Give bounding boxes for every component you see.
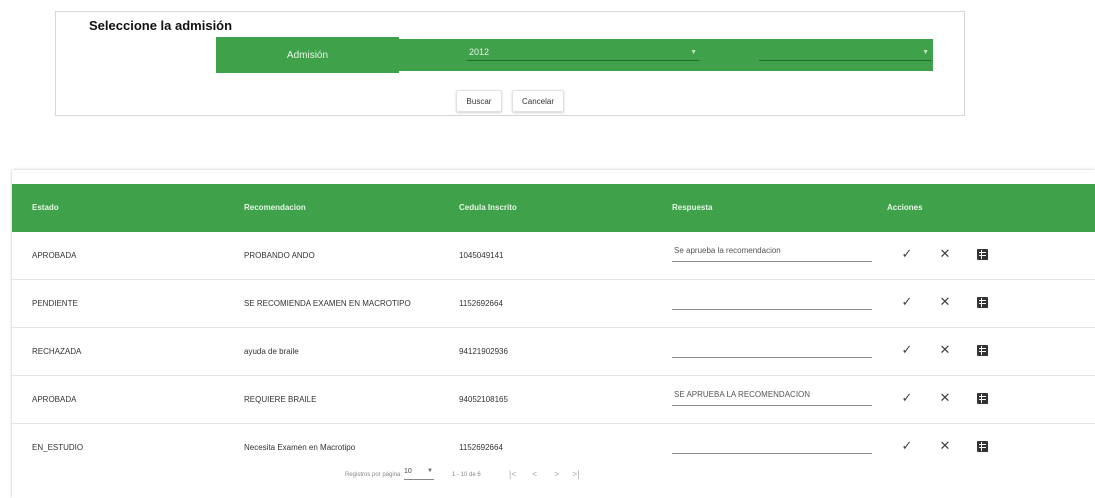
admission-select-value: 2012 — [469, 47, 490, 57]
secondary-select[interactable]: ▼ — [759, 47, 931, 61]
cell-cedula: 1045049141 — [459, 251, 504, 260]
admission-select-bar: 2012 ▼ ▼ — [399, 39, 933, 71]
table-row: APROBADA PROBANDO ANDO 1045049141 Se apr… — [12, 232, 1095, 280]
detail-icon[interactable] — [974, 438, 990, 454]
next-page-icon[interactable]: > — [554, 469, 559, 479]
reject-close-icon[interactable]: ✕ — [937, 390, 953, 406]
admission-filter-card: Seleccione la admisión Admisión 2012 ▼ ▼… — [55, 11, 965, 116]
detail-icon[interactable] — [974, 246, 990, 262]
header-acciones: Acciones — [887, 203, 923, 212]
last-page-icon[interactable]: >| — [572, 469, 580, 479]
first-page-icon[interactable]: |< — [509, 469, 517, 479]
cell-estado: APROBADA — [32, 395, 77, 404]
dropdown-arrow-icon: ▼ — [690, 49, 697, 56]
recommendations-table: Estado Recomendacion Cedula Inscrito Res… — [12, 170, 1095, 498]
dropdown-arrow-icon: ▼ — [427, 468, 433, 474]
cell-cedula: 94121902936 — [459, 347, 508, 356]
table-header: Estado Recomendacion Cedula Inscrito Res… — [12, 184, 1095, 232]
approve-check-icon[interactable]: ✓ — [899, 438, 915, 454]
dropdown-arrow-icon: ▼ — [922, 49, 929, 56]
filter-title: Seleccione la admisión — [89, 18, 233, 33]
table-row: PENDIENTE SE RECOMIENDA EXAMEN EN MACROT… — [12, 280, 1095, 328]
cell-recomendacion: PROBANDO ANDO — [244, 251, 315, 260]
cell-estado: EN_ESTUDIO — [32, 443, 84, 452]
cell-recomendacion: Necesita Examen en Macrotipo — [244, 443, 356, 452]
response-input[interactable]: Se aprueba la recomendacion — [672, 246, 872, 262]
response-input[interactable] — [672, 342, 872, 358]
cancel-button[interactable]: Cancelar — [512, 90, 564, 112]
header-cedula: Cedula Inscrito — [459, 203, 517, 212]
cell-estado: APROBADA — [32, 251, 77, 260]
approve-check-icon[interactable]: ✓ — [899, 294, 915, 310]
header-estado: Estado — [32, 203, 59, 212]
cell-estado: RECHAZADA — [32, 347, 82, 356]
rows-per-page-label: Registros por página: — [345, 472, 403, 478]
cell-recomendacion: SE RECOMIENDA EXAMEN EN MACROTIPO — [244, 299, 411, 308]
table-row: APROBADA REQUIERE BRAILE 94052108165 SE … — [12, 376, 1095, 424]
rows-per-page-select[interactable]: 10 ▼ — [404, 468, 434, 480]
response-input[interactable] — [672, 438, 872, 454]
header-recomendacion: Recomendacion — [244, 203, 306, 212]
reject-close-icon[interactable]: ✕ — [937, 294, 953, 310]
reject-close-icon[interactable]: ✕ — [937, 342, 953, 358]
cell-recomendacion: ayuda de braile — [244, 347, 299, 356]
cell-cedula: 1152692664 — [459, 299, 503, 308]
previous-page-icon[interactable]: < — [532, 469, 537, 479]
search-button[interactable]: Buscar — [456, 90, 502, 112]
admission-select[interactable]: 2012 ▼ — [467, 47, 699, 61]
cell-cedula: 94052108165 — [459, 395, 508, 404]
reject-close-icon[interactable]: ✕ — [937, 438, 953, 454]
cell-estado: PENDIENTE — [32, 299, 78, 308]
response-input[interactable] — [672, 294, 872, 310]
admission-label: Admisión — [216, 37, 399, 73]
rows-per-page-value: 10 — [404, 468, 412, 475]
approve-check-icon[interactable]: ✓ — [899, 246, 915, 262]
reject-close-icon[interactable]: ✕ — [937, 246, 953, 262]
approve-check-icon[interactable]: ✓ — [899, 342, 915, 358]
table-row: RECHAZADA ayuda de braile 94121902936 ✓ … — [12, 328, 1095, 376]
cell-cedula: 1152692664 — [459, 443, 503, 452]
response-input[interactable]: SE APRUEBA LA RECOMENDACION — [672, 390, 872, 406]
cell-recomendacion: REQUIERE BRAILE — [244, 395, 317, 404]
approve-check-icon[interactable]: ✓ — [899, 390, 915, 406]
page-range-label: 1 - 10 de 6 — [452, 472, 481, 478]
detail-icon[interactable] — [974, 390, 990, 406]
paginator: Registros por página: 10 ▼ 1 - 10 de 6 |… — [12, 456, 1095, 498]
detail-icon[interactable] — [974, 294, 990, 310]
detail-icon[interactable] — [974, 342, 990, 358]
header-respuesta: Respuesta — [672, 203, 713, 212]
